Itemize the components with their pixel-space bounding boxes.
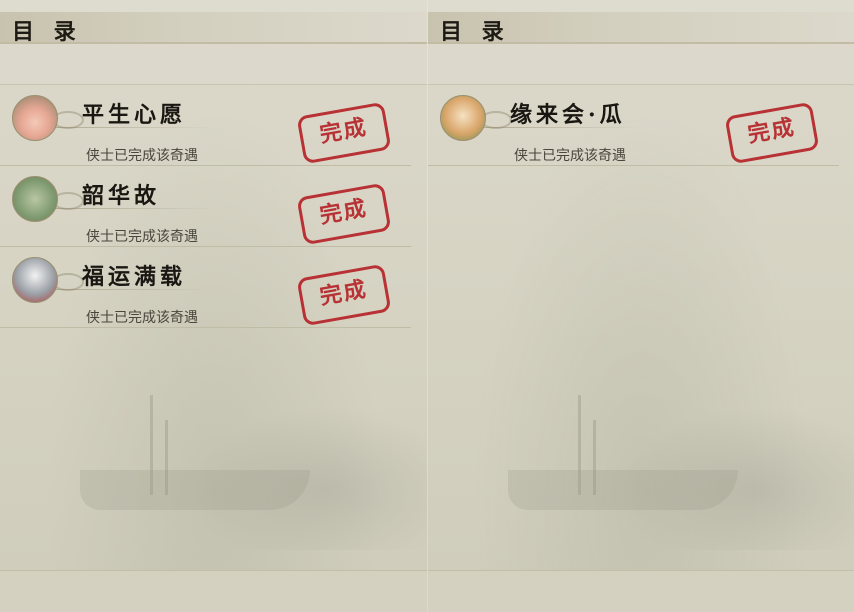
adventure-name: 平生心愿 [82, 102, 187, 128]
adventure-status: 侠士已完成该奇遇 [514, 148, 626, 164]
adventure-list: 平生心愿 侠士已完成该奇遇 完成 韶华故 侠士已完成该奇遇 完成 福运满载 侠士… [0, 85, 427, 328]
official-avatar-icon [12, 95, 58, 141]
adventure-status: 侠士已完成该奇遇 [86, 148, 198, 164]
list-item[interactable]: 平生心愿 侠士已完成该奇遇 完成 [0, 85, 411, 166]
right-panel: 目 录 缘来会·瓜 侠士已完成该奇遇 完成 [427, 0, 854, 612]
panel-header: 目 录 [0, 12, 427, 45]
list-item[interactable]: 缘来会·瓜 侠士已完成该奇遇 完成 [428, 85, 839, 166]
left-panel: 目 录 平生心愿 侠士已完成该奇遇 完成 韶华故 侠士已完成该奇遇 完成 福运满… [0, 0, 427, 612]
background-boat [508, 470, 738, 510]
husky-dog-avatar-icon [12, 257, 58, 303]
adventure-name: 韶华故 [82, 183, 161, 209]
top-strip [0, 0, 427, 12]
completed-stamp: 完成 [296, 101, 392, 165]
adventure-name: 缘来会·瓜 [510, 102, 626, 128]
header-spacer [0, 44, 427, 85]
adventure-status: 侠士已完成该奇遇 [86, 229, 198, 245]
green-robe-avatar-icon [12, 176, 58, 222]
top-strip [428, 0, 854, 12]
panel-title: 目 录 [12, 19, 82, 45]
list-item[interactable]: 韶华故 侠士已完成该奇遇 完成 [0, 166, 411, 247]
cat-avatar-icon [440, 95, 486, 141]
background-boat [80, 470, 310, 510]
completed-stamp: 完成 [296, 263, 392, 327]
panel-header: 目 录 [428, 12, 854, 45]
header-spacer [428, 44, 854, 85]
list-item[interactable]: 福运满载 侠士已完成该奇遇 完成 [0, 247, 411, 328]
completed-stamp: 完成 [724, 101, 820, 165]
panel-title: 目 录 [440, 19, 510, 45]
completed-stamp: 完成 [296, 182, 392, 246]
adventure-name: 福运满载 [82, 264, 187, 290]
adventure-status: 侠士已完成该奇遇 [86, 310, 198, 326]
bottom-bar [0, 570, 427, 612]
adventure-list: 缘来会·瓜 侠士已完成该奇遇 完成 [428, 85, 854, 166]
bottom-bar [428, 570, 854, 612]
